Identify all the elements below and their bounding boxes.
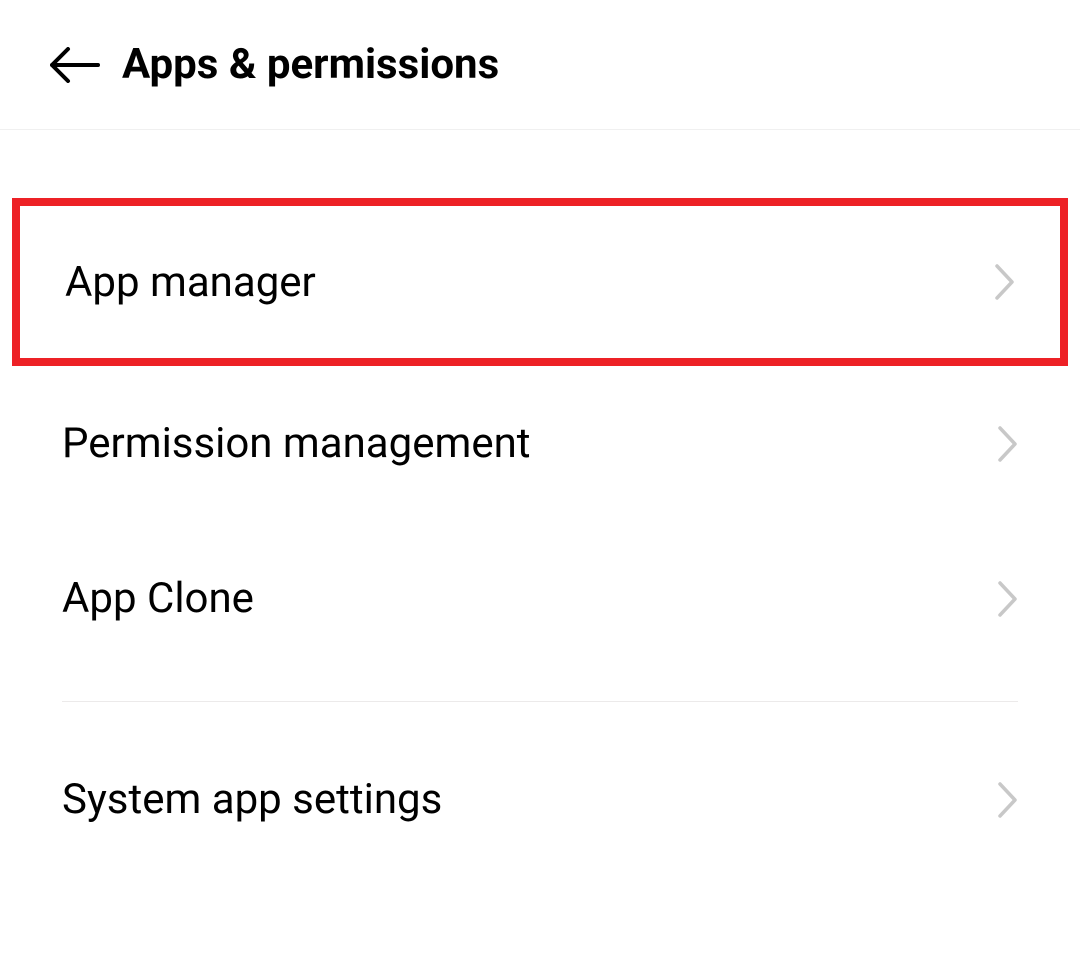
group-divider [62,701,1018,722]
chevron-right-icon [998,782,1018,818]
chevron-right-icon [995,264,1015,300]
list-item-app-manager[interactable]: App manager [12,198,1068,366]
list-item-app-clone[interactable]: App Clone [0,521,1080,676]
list-item-system-app-settings[interactable]: System app settings [0,722,1080,877]
header: Apps & permissions [0,0,1080,130]
list-item-label: System app settings [62,775,442,824]
list-item-label: App manager [65,258,316,307]
chevron-right-icon [998,426,1018,462]
page-title: Apps & permissions [122,40,499,89]
list-item-label: App Clone [62,574,254,623]
back-icon[interactable] [50,45,100,85]
chevron-right-icon [998,581,1018,617]
list-item-permission-management[interactable]: Permission management [0,366,1080,521]
list-item-label: Permission management [62,419,531,468]
settings-list: App manager Permission management App Cl… [0,130,1080,877]
